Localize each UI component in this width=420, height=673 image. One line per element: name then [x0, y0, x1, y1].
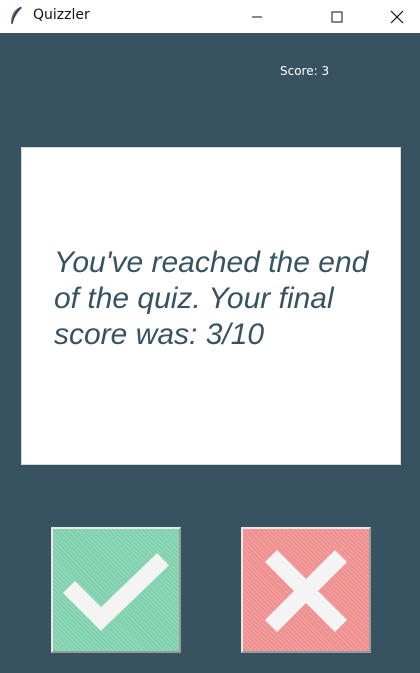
feather-icon: [8, 6, 24, 26]
close-icon: [390, 10, 404, 23]
minimize-button[interactable]: [234, 0, 280, 33]
title-bar: Quizzler: [0, 0, 420, 33]
question-text: You've reached the end of the quiz. Your…: [54, 246, 369, 351]
false-button[interactable]: [241, 527, 371, 653]
quizzler-window: Quizzler Score: 3 You've reached the end…: [0, 0, 420, 673]
maximize-button[interactable]: [314, 0, 360, 33]
score-label: Score: 3: [280, 64, 330, 78]
window-title: Quizzler: [33, 7, 90, 23]
minimize-icon: [252, 16, 262, 17]
question-card: You've reached the end of the quiz. Your…: [21, 147, 401, 465]
check-icon: [62, 552, 170, 631]
true-button[interactable]: [51, 527, 181, 653]
cross-icon: [264, 549, 348, 633]
close-button[interactable]: [374, 0, 420, 33]
maximize-icon: [331, 11, 343, 22]
